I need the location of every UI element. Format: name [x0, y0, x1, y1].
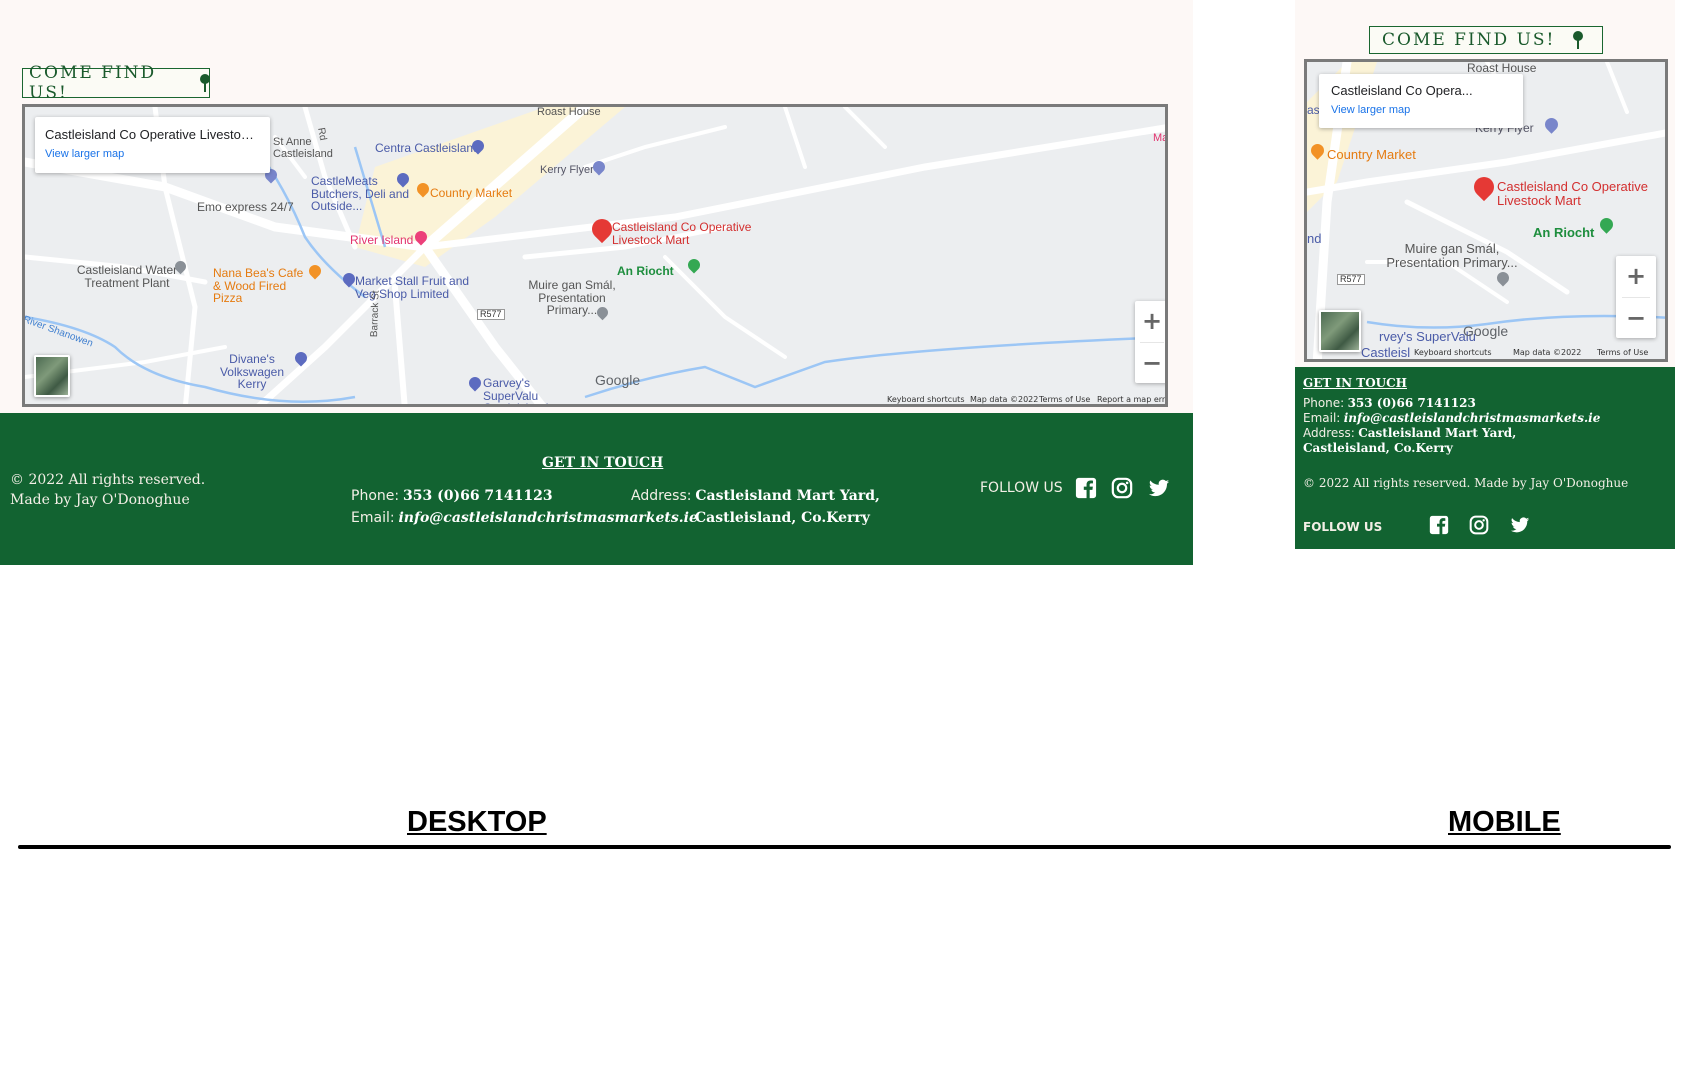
- road-barrack-st: Barrack St: [369, 290, 382, 338]
- poi-emo[interactable]: Emo express 24/7: [197, 201, 294, 214]
- desktop-preview: COME FIND US! Roast House Centra Castlei…: [0, 0, 1193, 565]
- poi-centra[interactable]: Centra Castleisland: [375, 142, 480, 155]
- instagram-icon[interactable]: [1111, 477, 1133, 499]
- poi-roast-house-mobile[interactable]: Roast House: [1467, 62, 1536, 75]
- poi-an-riocht[interactable]: An Riocht: [617, 265, 674, 278]
- divider: [18, 845, 1671, 849]
- facebook-icon[interactable]: [1429, 515, 1449, 535]
- terms-link-mobile[interactable]: Terms of Use: [1597, 348, 1648, 357]
- phone-value[interactable]: 353 (0)66 7141123: [403, 488, 553, 504]
- keyboard-shortcuts-link-mobile[interactable]: Keyboard shortcuts: [1414, 348, 1491, 357]
- copyright-line1: © 2022 All rights reserved.: [10, 472, 206, 488]
- zoom-in-button[interactable]: +: [1135, 301, 1165, 342]
- satellite-toggle-mobile[interactable]: [1319, 310, 1361, 352]
- road-r577-mobile: R577: [1337, 274, 1365, 286]
- map-place-card-mobile: Castleisland Co Opera... View larger map: [1319, 74, 1523, 128]
- get-in-touch-heading: GET IN TOUCH: [542, 455, 664, 471]
- satellite-toggle[interactable]: [34, 355, 70, 397]
- address-line1-mobile: Castleisland Mart Yard,: [1358, 426, 1517, 440]
- poi-muire[interactable]: Muire gan Smál, Presentation Primary...: [512, 279, 632, 317]
- terms-link[interactable]: Terms of Use: [1039, 395, 1090, 404]
- map-data-label: Map data ©2022: [970, 395, 1039, 404]
- get-in-touch-heading-mobile: GET IN TOUCH: [1303, 376, 1407, 390]
- zoom-controls: + −: [1135, 301, 1165, 384]
- address-block: Address: Castleisland Mart Yard, Castlei…: [631, 485, 880, 529]
- contact-block-mobile: Phone: 353 (0)66 7141123 Email: info@cas…: [1303, 396, 1600, 456]
- desktop-label: DESKTOP: [407, 806, 547, 838]
- email-value-mobile[interactable]: info@castleislandchristmasmarkets.ie: [1344, 411, 1601, 425]
- report-error-link[interactable]: Report a map error: [1097, 395, 1165, 404]
- zoom-out-button[interactable]: −: [1135, 343, 1165, 384]
- map-place-name: Castleisland Co Operative Livestock ...: [45, 127, 260, 142]
- address-label-mobile: Address:: [1303, 426, 1355, 440]
- come-find-us-title-mobile: COME FIND US!: [1382, 30, 1556, 50]
- poi-muire-mobile[interactable]: Muire gan Smál, Presentation Primary...: [1377, 242, 1527, 269]
- map-pin-icon: [199, 74, 210, 92]
- poi-country-market-mobile[interactable]: Country Market: [1327, 148, 1416, 162]
- poi-st-anne[interactable]: St Anne Castleisland: [273, 136, 343, 160]
- marker-label-mobile[interactable]: Castleisland Co Operative Livestock Mart: [1497, 180, 1665, 207]
- marker-label[interactable]: Castleisland Co Operative Livestock Mart: [612, 221, 752, 246]
- road-rd: Rd: [315, 126, 329, 142]
- google-logo-mobile: Google: [1463, 323, 1509, 339]
- mobile-label: MOBILE: [1448, 806, 1561, 838]
- poi-divanes[interactable]: Divane's Volkswagen Kerry: [207, 353, 297, 391]
- view-larger-map-link-mobile[interactable]: View larger map: [1331, 104, 1511, 116]
- desktop-footer: © 2022 All rights reserved. Made by Jay …: [0, 413, 1193, 565]
- poi-garveys-mobile[interactable]: rvey's SuperValu: [1379, 330, 1476, 344]
- twitter-icon[interactable]: [1148, 477, 1170, 499]
- zoom-in-button-mobile[interactable]: +: [1616, 256, 1656, 297]
- road-r577: R577: [477, 309, 505, 321]
- come-find-us-badge-mobile: COME FIND US!: [1369, 26, 1603, 54]
- poi-water-plant[interactable]: Castleisland Water Treatment Plant: [72, 264, 182, 289]
- map-data-label-mobile: Map data ©2022: [1513, 348, 1582, 357]
- email-label: Email:: [351, 510, 395, 526]
- come-find-us-title: COME FIND US!: [29, 63, 157, 103]
- email-label-mobile: Email:: [1303, 411, 1341, 425]
- poi-river-island[interactable]: River Island: [350, 234, 413, 247]
- mobile-footer: GET IN TOUCH Phone: 353 (0)66 7141123 Em…: [1295, 367, 1675, 549]
- poi-roast-house[interactable]: Roast House: [537, 107, 601, 119]
- phone-label-mobile: Phone:: [1303, 396, 1345, 410]
- poi-as-mobile: as: [1307, 103, 1320, 117]
- instagram-icon[interactable]: [1469, 515, 1489, 535]
- address-line1: Castleisland Mart Yard,: [695, 488, 880, 504]
- google-logo: Google: [595, 372, 641, 388]
- zoom-out-button-mobile[interactable]: −: [1616, 298, 1656, 339]
- embedded-map[interactable]: Roast House Centra Castleisland Kerry Fl…: [22, 104, 1168, 407]
- poi-garveys[interactable]: Garvey's SuperValu Castleisland: [483, 377, 583, 404]
- poi-castleisland-mobile: Castleisl: [1361, 345, 1411, 360]
- follow-us-label: FOLLOW US: [980, 480, 1063, 496]
- poi-mac[interactable]: Mac: [1153, 132, 1165, 145]
- copyright-line2: Made by Jay O'Donoghue: [10, 492, 190, 508]
- map-place-card: Castleisland Co Operative Livestock ... …: [35, 117, 270, 173]
- address-line2: Castleisland, Co.Kerry: [695, 510, 870, 526]
- twitter-icon[interactable]: [1509, 515, 1531, 535]
- view-larger-map-link[interactable]: View larger map: [45, 148, 260, 160]
- phone-value-mobile[interactable]: 353 (0)66 7141123: [1348, 396, 1476, 410]
- copyright: © 2022 All rights reserved. Made by Jay …: [10, 470, 205, 510]
- come-find-us-badge: COME FIND US!: [22, 63, 210, 103]
- poi-kerry-flyer[interactable]: Kerry Flyer: [540, 164, 594, 177]
- mobile-preview: COME FIND US! Roast House Kerry Flyer Co…: [1295, 0, 1675, 370]
- zoom-controls-mobile: + −: [1616, 256, 1656, 338]
- poi-country-market[interactable]: Country Market: [430, 187, 512, 200]
- facebook-icon[interactable]: [1075, 477, 1097, 499]
- follow-us-label-mobile: FOLLOW US: [1303, 520, 1383, 534]
- poi-nana-beas[interactable]: Nana Bea's Cafe & Wood Fired Pizza: [213, 267, 313, 305]
- embedded-map-mobile[interactable]: Roast House Kerry Flyer Country Market C…: [1304, 59, 1668, 362]
- address-label: Address:: [631, 488, 692, 504]
- map-pin-icon: [1573, 31, 1584, 49]
- map-place-name-mobile: Castleisland Co Opera...: [1331, 83, 1473, 98]
- copyright-mobile: © 2022 All rights reserved. Made by Jay …: [1303, 476, 1629, 490]
- keyboard-shortcuts-link[interactable]: Keyboard shortcuts: [887, 395, 964, 404]
- address-line2-mobile: Castleisland, Co.Kerry: [1303, 441, 1453, 455]
- poi-nd-mobile: nd: [1307, 231, 1322, 246]
- phone-label: Phone:: [351, 488, 400, 504]
- poi-an-riocht-mobile[interactable]: An Riocht: [1533, 226, 1594, 240]
